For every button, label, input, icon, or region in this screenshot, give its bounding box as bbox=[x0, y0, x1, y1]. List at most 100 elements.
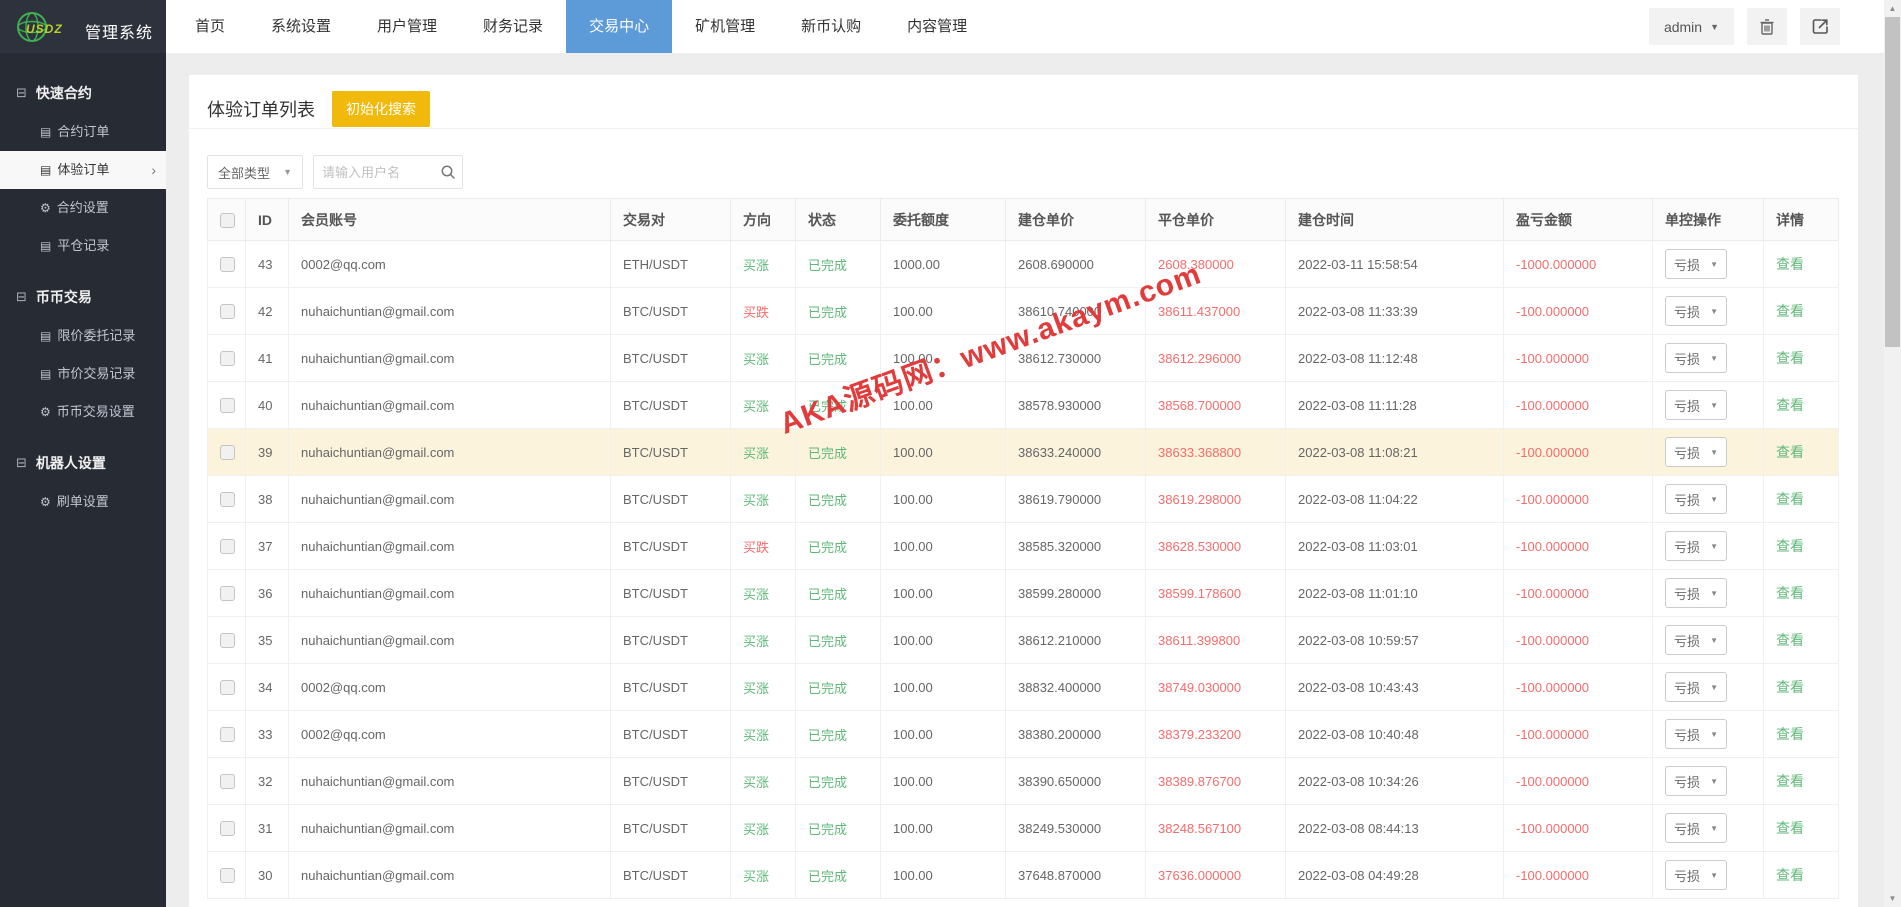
view-detail-link[interactable]: 查看 bbox=[1776, 538, 1804, 554]
row-direction: 买涨 bbox=[731, 617, 796, 664]
row-checkbox-cell bbox=[208, 805, 246, 852]
scroll-down-icon[interactable]: ▼ bbox=[1884, 890, 1901, 907]
control-select[interactable]: 亏损▼ bbox=[1665, 625, 1727, 655]
sidebar-item[interactable]: ▤合约订单 bbox=[0, 113, 166, 151]
row-close-price: 38389.876700 bbox=[1146, 758, 1286, 805]
view-detail-link[interactable]: 查看 bbox=[1776, 350, 1804, 366]
row-status: 已完成 bbox=[796, 476, 881, 523]
chevron-down-icon: ▼ bbox=[1710, 448, 1718, 457]
username-search-box bbox=[313, 155, 463, 189]
admin-dropdown-button[interactable]: admin ▼ bbox=[1649, 8, 1734, 45]
sidebar-item[interactable]: ▤限价委托记录 bbox=[0, 317, 166, 355]
nav-item[interactable]: 交易中心 bbox=[566, 0, 672, 53]
control-select[interactable]: 亏损▼ bbox=[1665, 578, 1727, 608]
control-select[interactable]: 亏损▼ bbox=[1665, 813, 1727, 843]
admin-username: admin bbox=[1664, 19, 1702, 35]
row-checkbox[interactable] bbox=[220, 539, 235, 554]
row-status: 已完成 bbox=[796, 664, 881, 711]
order-table: ID会员账号交易对方向状态委托额度建仓单价平仓单价建仓时间盈亏金额单控操作详情 … bbox=[207, 198, 1839, 899]
control-select[interactable]: 亏损▼ bbox=[1665, 531, 1727, 561]
view-detail-link[interactable]: 查看 bbox=[1776, 773, 1804, 789]
sidebar-item[interactable]: ▤市价交易记录 bbox=[0, 355, 166, 393]
view-detail-link[interactable]: 查看 bbox=[1776, 444, 1804, 460]
view-detail-link[interactable]: 查看 bbox=[1776, 632, 1804, 648]
search-icon[interactable] bbox=[434, 164, 462, 180]
view-detail-link[interactable]: 查看 bbox=[1776, 820, 1804, 836]
chevron-down-icon: ▼ bbox=[283, 167, 292, 177]
row-pair: BTC/USDT bbox=[611, 288, 731, 335]
scrollbar[interactable]: ▲ ▼ bbox=[1884, 0, 1901, 907]
row-amount: 100.00 bbox=[881, 335, 1006, 382]
row-checkbox[interactable] bbox=[220, 821, 235, 836]
sidebar-section-title[interactable]: ⊟币币交易 bbox=[0, 277, 166, 317]
row-detail-cell: 查看 bbox=[1764, 805, 1839, 852]
view-detail-link[interactable]: 查看 bbox=[1776, 303, 1804, 319]
row-open-time: 2022-03-08 11:11:28 bbox=[1286, 382, 1504, 429]
row-pair: BTC/USDT bbox=[611, 664, 731, 711]
control-select[interactable]: 亏损▼ bbox=[1665, 343, 1727, 373]
row-checkbox[interactable] bbox=[220, 633, 235, 648]
nav-item[interactable]: 内容管理 bbox=[884, 0, 990, 53]
sidebar-item[interactable]: ⚙币币交易设置 bbox=[0, 393, 166, 431]
trash-button[interactable] bbox=[1747, 8, 1787, 45]
list-icon: ▤ bbox=[40, 317, 51, 355]
row-checkbox[interactable] bbox=[220, 304, 235, 319]
view-detail-link[interactable]: 查看 bbox=[1776, 867, 1804, 883]
control-select[interactable]: 亏损▼ bbox=[1665, 437, 1727, 467]
row-checkbox[interactable] bbox=[220, 492, 235, 507]
row-checkbox[interactable] bbox=[220, 445, 235, 460]
init-search-button[interactable]: 初始化搜索 bbox=[332, 91, 430, 127]
view-detail-link[interactable]: 查看 bbox=[1776, 397, 1804, 413]
type-select[interactable]: 全部类型 ▼ bbox=[207, 155, 303, 189]
sidebar-item[interactable]: ⚙合约设置 bbox=[0, 189, 166, 227]
row-amount: 1000.00 bbox=[881, 241, 1006, 288]
sidebar-section-title[interactable]: ⊟机器人设置 bbox=[0, 443, 166, 483]
select-all-checkbox[interactable] bbox=[220, 213, 235, 228]
sidebar-section-title[interactable]: ⊟快速合约 bbox=[0, 73, 166, 113]
view-detail-link[interactable]: 查看 bbox=[1776, 491, 1804, 507]
control-select[interactable]: 亏损▼ bbox=[1665, 719, 1727, 749]
control-select[interactable]: 亏损▼ bbox=[1665, 296, 1727, 326]
row-detail-cell: 查看 bbox=[1764, 711, 1839, 758]
sidebar-item[interactable]: ▤平仓记录 bbox=[0, 227, 166, 265]
sidebar-item[interactable]: ▤体验订单› bbox=[0, 151, 166, 189]
username-search-input[interactable] bbox=[314, 165, 434, 180]
control-select[interactable]: 亏损▼ bbox=[1665, 390, 1727, 420]
nav-item[interactable]: 系统设置 bbox=[248, 0, 354, 53]
view-detail-link[interactable]: 查看 bbox=[1776, 585, 1804, 601]
column-header: 状态 bbox=[796, 199, 881, 241]
control-select[interactable]: 亏损▼ bbox=[1665, 672, 1727, 702]
sidebar-item[interactable]: ⚙刷单设置 bbox=[0, 483, 166, 521]
row-checkbox[interactable] bbox=[220, 351, 235, 366]
chevron-down-icon: ▼ bbox=[1710, 730, 1718, 739]
row-status: 已完成 bbox=[796, 523, 881, 570]
row-checkbox[interactable] bbox=[220, 586, 235, 601]
logout-button[interactable] bbox=[1800, 8, 1840, 45]
chevron-down-icon: ▼ bbox=[1710, 636, 1718, 645]
nav-item[interactable]: 财务记录 bbox=[460, 0, 566, 53]
control-select[interactable]: 亏损▼ bbox=[1665, 860, 1727, 890]
nav-item[interactable]: 矿机管理 bbox=[672, 0, 778, 53]
row-account: nuhaichuntian@gmail.com bbox=[289, 852, 611, 899]
nav-item[interactable]: 新币认购 bbox=[778, 0, 884, 53]
nav-item[interactable]: 用户管理 bbox=[354, 0, 460, 53]
row-checkbox[interactable] bbox=[220, 257, 235, 272]
view-detail-link[interactable]: 查看 bbox=[1776, 679, 1804, 695]
column-header: 会员账号 bbox=[289, 199, 611, 241]
scrollbar-thumb[interactable] bbox=[1885, 17, 1900, 347]
nav-item[interactable]: 首页 bbox=[172, 0, 248, 53]
table-row: 330002@qq.comBTC/USDT买涨已完成100.0038380.20… bbox=[208, 711, 1839, 758]
view-detail-link[interactable]: 查看 bbox=[1776, 256, 1804, 272]
header-checkbox-cell bbox=[208, 199, 246, 241]
row-checkbox[interactable] bbox=[220, 774, 235, 789]
control-select[interactable]: 亏损▼ bbox=[1665, 484, 1727, 514]
row-checkbox[interactable] bbox=[220, 680, 235, 695]
scroll-up-icon[interactable]: ▲ bbox=[1884, 0, 1901, 17]
view-detail-link[interactable]: 查看 bbox=[1776, 726, 1804, 742]
control-select[interactable]: 亏损▼ bbox=[1665, 766, 1727, 796]
row-checkbox[interactable] bbox=[220, 398, 235, 413]
row-checkbox[interactable] bbox=[220, 868, 235, 883]
row-account: nuhaichuntian@gmail.com bbox=[289, 523, 611, 570]
row-checkbox[interactable] bbox=[220, 727, 235, 742]
control-select[interactable]: 亏损▼ bbox=[1665, 249, 1727, 279]
